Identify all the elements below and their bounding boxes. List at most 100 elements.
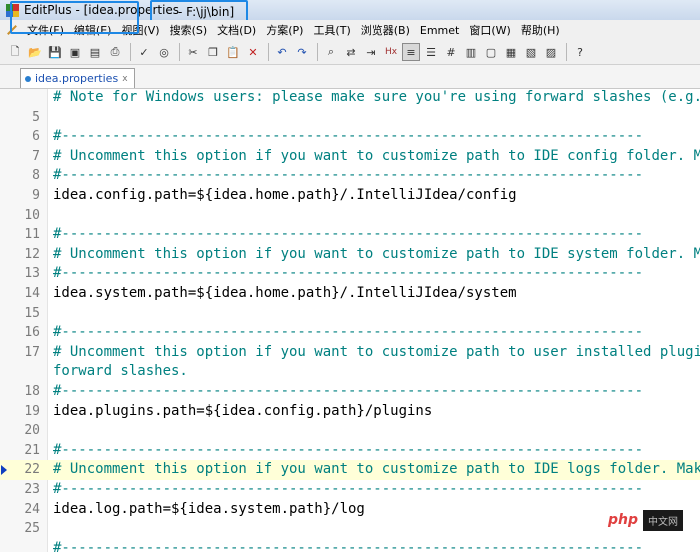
code-text: #---------------------------------------… bbox=[53, 226, 644, 243]
code-line[interactable]: #---------------------------------------… bbox=[0, 539, 700, 552]
delete-icon[interactable]: ✕ bbox=[244, 43, 262, 61]
line-number: 14 bbox=[24, 286, 40, 301]
line-number: 15 bbox=[24, 305, 40, 321]
code-line[interactable]: 9 idea.config.path=${idea.home.path}/.Int… bbox=[0, 186, 700, 206]
code-line[interactable]: # Note for Windows users: please make su… bbox=[0, 89, 700, 108]
directory-icon[interactable]: ▧ bbox=[522, 43, 540, 61]
code-line[interactable]: 18 #-------------------------------------… bbox=[0, 382, 700, 402]
fullscreen-icon[interactable]: ▢ bbox=[482, 43, 500, 61]
code-line[interactable]: 22 # Uncomment this option if you want to… bbox=[0, 460, 700, 480]
code-text: #---------------------------------------… bbox=[53, 324, 644, 341]
code-line[interactable]: 23 #-------------------------------------… bbox=[0, 480, 700, 500]
copy-icon[interactable]: ❐ bbox=[204, 43, 222, 61]
code-line[interactable]: 10 bbox=[0, 206, 700, 226]
goto-icon[interactable]: ⇥ bbox=[362, 43, 380, 61]
code-text: idea.system.path=${idea.home.path}/.Inte… bbox=[53, 285, 517, 301]
line-number: 8 bbox=[32, 168, 40, 184]
print-preview-icon[interactable]: ▤ bbox=[86, 43, 104, 61]
redo-icon[interactable]: ↷ bbox=[293, 43, 311, 61]
code-line[interactable]: 7 # Uncomment this option if you want to … bbox=[0, 147, 700, 167]
line-number-icon[interactable]: # bbox=[442, 43, 460, 61]
paste-icon[interactable]: 📋 bbox=[224, 43, 242, 61]
line-number: 25 bbox=[24, 521, 40, 537]
toolbar-separator bbox=[566, 43, 567, 61]
toolbar-separator bbox=[268, 43, 269, 61]
current-line-marker-icon bbox=[1, 465, 7, 476]
code-line[interactable]: 8 #--------------------------------------… bbox=[0, 166, 700, 186]
help-icon[interactable]: ? bbox=[571, 43, 589, 61]
cut-icon[interactable]: ✂ bbox=[184, 43, 202, 61]
hex-icon[interactable]: Hx bbox=[382, 43, 400, 61]
find-icon[interactable]: ⌕ bbox=[322, 43, 340, 61]
cliptext-icon[interactable]: ▨ bbox=[542, 43, 560, 61]
code-line[interactable]: forward slashes. bbox=[0, 362, 700, 382]
browser-icon[interactable]: ◎ bbox=[155, 43, 173, 61]
editor-area[interactable]: # Note for Windows users: please make su… bbox=[0, 89, 700, 552]
code-line[interactable]: 21 #-------------------------------------… bbox=[0, 441, 700, 461]
line-number: 10 bbox=[24, 207, 40, 223]
code-text: forward slashes. bbox=[53, 363, 188, 380]
line-number: 12 bbox=[24, 246, 40, 262]
menu-item[interactable]: Emmet bbox=[415, 24, 464, 37]
code-line[interactable]: 6 #--------------------------------------… bbox=[0, 127, 700, 147]
code-line[interactable]: 24 idea.log.path=${idea.system.path}/log bbox=[0, 500, 700, 520]
replace-icon[interactable]: ⇄ bbox=[342, 43, 360, 61]
line-number: 6 bbox=[32, 129, 40, 145]
open-file-icon[interactable]: 📂 bbox=[26, 43, 44, 61]
menu-item[interactable]: 帮助(H) bbox=[516, 22, 565, 38]
code-text: # Uncomment this option if you want to c… bbox=[53, 245, 700, 262]
tab-label: idea.properties bbox=[35, 72, 119, 85]
line-number: 7 bbox=[32, 148, 40, 164]
save-all-icon[interactable]: ▣ bbox=[66, 43, 84, 61]
line-number: 13 bbox=[24, 266, 40, 282]
code-line[interactable]: 16 #-------------------------------------… bbox=[0, 323, 700, 343]
code-text: # Uncomment this option if you want to c… bbox=[53, 147, 700, 164]
undo-icon[interactable]: ↶ bbox=[273, 43, 291, 61]
code-line[interactable]: 19 idea.plugins.path=${idea.config.path}/… bbox=[0, 402, 700, 422]
code-text: #---------------------------------------… bbox=[53, 265, 644, 282]
line-number: 16 bbox=[24, 325, 40, 341]
code-text: #---------------------------------------… bbox=[53, 441, 644, 458]
code-line[interactable]: 17 # Uncomment this option if you want to… bbox=[0, 343, 700, 363]
code-text: # Note for Windows users: please make su… bbox=[53, 89, 700, 105]
tab-idea-properties[interactable]: idea.properties x bbox=[20, 68, 135, 88]
menu-item[interactable]: 文档(D) bbox=[212, 22, 261, 38]
new-file-icon[interactable]: 🗋 bbox=[6, 43, 24, 61]
code-text: #---------------------------------------… bbox=[53, 481, 644, 497]
code-line[interactable]: 13 #-------------------------------------… bbox=[0, 264, 700, 284]
line-number: 19 bbox=[24, 403, 40, 419]
line-number: 21 bbox=[24, 442, 40, 458]
line-number: 5 bbox=[32, 109, 40, 125]
menu-item[interactable]: 方案(P) bbox=[261, 22, 308, 38]
code-line[interactable]: 25 bbox=[0, 519, 700, 539]
watermark-brand: php bbox=[604, 512, 643, 528]
code-line[interactable]: 5 bbox=[0, 108, 700, 128]
menu-item[interactable]: 窗口(W) bbox=[464, 22, 515, 38]
code-line[interactable]: 12 # Uncomment this option if you want to… bbox=[0, 245, 700, 265]
code-line[interactable]: 15 bbox=[0, 304, 700, 324]
toolbar-separator bbox=[179, 43, 180, 61]
menu-item[interactable]: 工具(T) bbox=[308, 22, 355, 38]
ruler-icon[interactable]: ☰ bbox=[422, 43, 440, 61]
code-line[interactable]: 20 bbox=[0, 421, 700, 441]
toolbar-separator bbox=[130, 43, 131, 61]
spellcheck-icon[interactable]: ✓ bbox=[135, 43, 153, 61]
line-number: 24 bbox=[24, 501, 40, 517]
code-line[interactable]: 14 idea.system.path=${idea.home.path}/.In… bbox=[0, 284, 700, 304]
line-number: 23 bbox=[24, 482, 40, 497]
code-text: #---------------------------------------… bbox=[53, 539, 644, 552]
code-line[interactable]: 11 #-------------------------------------… bbox=[0, 225, 700, 245]
code-text: #---------------------------------------… bbox=[53, 167, 644, 184]
close-icon[interactable]: x bbox=[122, 74, 127, 84]
line-number: 9 bbox=[32, 188, 40, 203]
print-icon[interactable]: ⎙ bbox=[106, 43, 124, 61]
output-icon[interactable]: ▦ bbox=[502, 43, 520, 61]
tab-highlight bbox=[10, 1, 139, 34]
code-text: #---------------------------------------… bbox=[53, 383, 644, 399]
column-icon[interactable]: ▥ bbox=[462, 43, 480, 61]
menu-item[interactable]: 搜索(S) bbox=[165, 22, 213, 38]
word-wrap-icon[interactable]: ≡ bbox=[402, 43, 420, 61]
save-icon[interactable]: 💾 bbox=[46, 43, 64, 61]
line-number: 17 bbox=[24, 344, 40, 360]
menu-item[interactable]: 浏览器(B) bbox=[356, 22, 415, 38]
